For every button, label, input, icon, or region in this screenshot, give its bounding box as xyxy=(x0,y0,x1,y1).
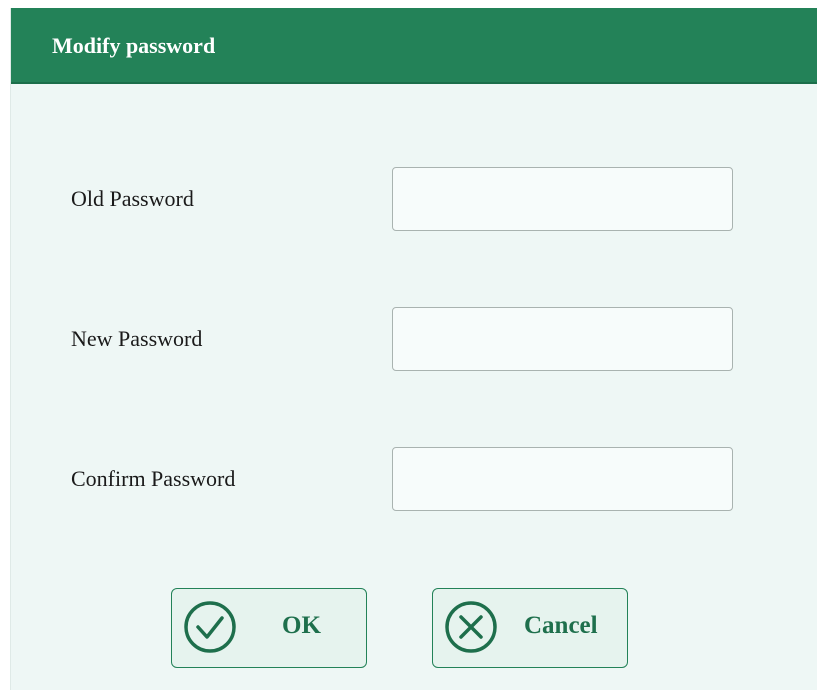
dialog-titlebar: Modify password xyxy=(11,8,817,84)
old-password-label: Old Password xyxy=(71,186,194,211)
confirm-password-label: Confirm Password xyxy=(71,466,236,491)
cancel-button-label: Cancel xyxy=(524,612,598,639)
cancel-button[interactable]: Cancel xyxy=(432,588,628,668)
check-circle-icon xyxy=(184,601,236,653)
ok-button[interactable]: OK xyxy=(171,588,367,668)
ok-button-label: OK xyxy=(282,612,321,639)
old-password-input[interactable] xyxy=(392,167,733,231)
x-circle-icon xyxy=(445,601,497,653)
dialog-title: Modify password xyxy=(52,33,216,58)
confirm-password-input[interactable] xyxy=(392,447,733,511)
new-password-label: New Password xyxy=(71,326,203,351)
new-password-input[interactable] xyxy=(392,307,733,371)
modify-password-dialog: Modify password Old Password New Passwor… xyxy=(10,8,817,690)
